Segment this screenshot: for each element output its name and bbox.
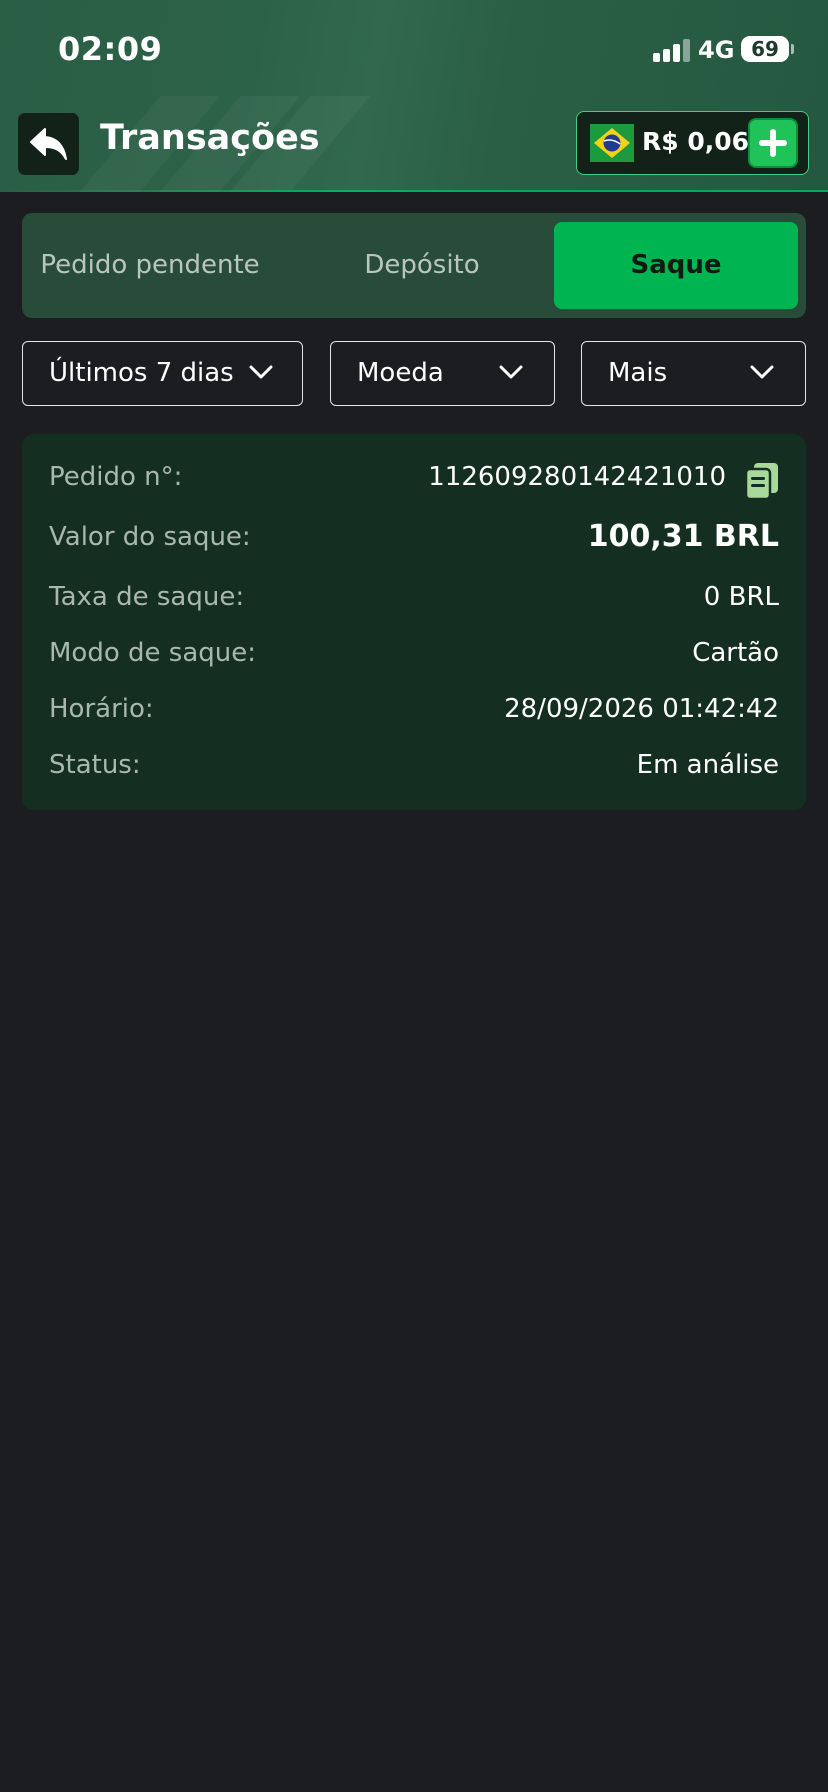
order-number-label: Pedido n°: (49, 462, 183, 492)
withdrawal-mode-value: Cartão (692, 638, 779, 668)
wallet-balance[interactable]: R$ 0,06 (576, 111, 809, 175)
amount-label: Valor do saque: (49, 522, 251, 552)
tab-pending-order[interactable]: Pedido pendente (30, 222, 270, 309)
chevron-down-icon (750, 365, 774, 379)
status-time: 02:09 (58, 30, 163, 68)
time-label: Horário: (49, 694, 154, 724)
battery-icon: 69 (741, 36, 789, 62)
back-button[interactable] (18, 113, 79, 175)
fee-value: 0 BRL (703, 582, 779, 612)
signal-icon (653, 38, 691, 62)
deposit-add-button[interactable] (748, 118, 798, 168)
status-label: Status: (49, 750, 141, 780)
app-header: 02:09 4G 69 Transações R$ 0,06 (0, 0, 828, 192)
filter-currency-label: Moeda (357, 358, 444, 388)
fee-label: Taxa de saque: (49, 582, 245, 612)
page-title: Transações (100, 118, 320, 158)
chevron-down-icon (249, 365, 273, 379)
balance-amount: R$ 0,06 (642, 127, 750, 156)
filter-more[interactable]: Mais (581, 341, 806, 406)
filter-more-label: Mais (608, 358, 668, 388)
filter-date-range-label: Últimos 7 dias (49, 358, 234, 388)
back-arrow-icon (29, 128, 67, 160)
order-number-value: 112609280142421010 (428, 462, 726, 492)
network-type: 4G (698, 36, 735, 64)
brazil-flag-icon (590, 124, 634, 162)
tab-deposit[interactable]: Depósito (297, 222, 547, 309)
amount-value: 100,31 BRL (587, 519, 779, 554)
transaction-type-tabs: Pedido pendente Depósito Saque (22, 213, 806, 318)
chevron-down-icon (499, 365, 523, 379)
battery-tip (791, 44, 794, 54)
time-value: 28/09/2026 01:42:42 (504, 694, 779, 724)
plus-icon (759, 129, 787, 157)
tab-withdrawal[interactable]: Saque (554, 222, 798, 309)
status-value: Em análise (636, 750, 779, 780)
copy-icon[interactable] (745, 462, 779, 500)
withdrawal-mode-label: Modo de saque: (49, 638, 256, 668)
battery-level: 69 (751, 37, 779, 61)
transaction-card: Pedido n°: 112609280142421010 Valor do s… (22, 434, 806, 810)
filter-currency[interactable]: Moeda (330, 341, 555, 406)
filter-date-range[interactable]: Últimos 7 dias (22, 341, 303, 406)
